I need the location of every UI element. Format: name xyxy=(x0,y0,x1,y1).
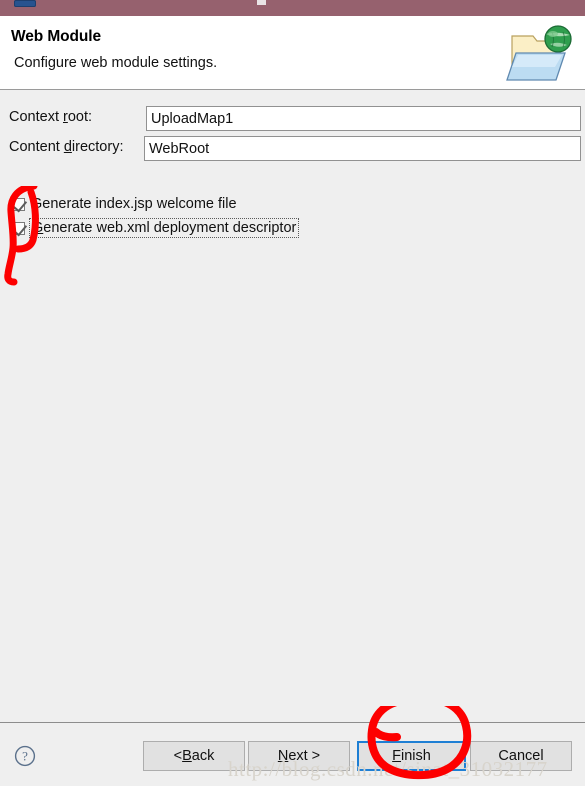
finish-button[interactable]: Finish xyxy=(357,741,466,771)
window-titlebar[interactable] xyxy=(0,0,585,16)
checkmark-icon xyxy=(11,220,28,236)
back-button[interactable]: < Back xyxy=(143,741,245,771)
cancel-button[interactable]: Cancel xyxy=(470,741,572,771)
page-subtitle: Configure web module settings. xyxy=(14,55,218,71)
generate-index-jsp-checkbox[interactable] xyxy=(11,196,28,212)
generate-web-xml-label: Generate web.xml deployment descriptor xyxy=(28,218,300,238)
window-title-glyph xyxy=(257,0,266,5)
generate-index-jsp-label: Generate index.jsp welcome file xyxy=(31,196,237,212)
generate-web-xml-row[interactable]: Generate web.xml deployment descriptor xyxy=(11,218,300,238)
content-directory-input[interactable] xyxy=(144,136,581,161)
content-directory-row: Content directory: xyxy=(0,136,585,162)
web-module-wizard-dialog: Web Module Configure web module settings… xyxy=(0,0,585,786)
generate-web-xml-checkbox[interactable] xyxy=(11,220,28,236)
svg-text:?: ? xyxy=(22,749,28,764)
generate-index-jsp-row[interactable]: Generate index.jsp welcome file xyxy=(11,194,237,214)
next-button[interactable]: Next > xyxy=(248,741,350,771)
wizard-header: Web Module Configure web module settings… xyxy=(0,16,585,90)
folder-globe-icon xyxy=(503,20,577,86)
help-question-icon[interactable]: ? xyxy=(14,745,36,767)
checkmark-icon xyxy=(11,196,28,212)
footer-separator xyxy=(0,722,585,723)
window-app-icon xyxy=(14,0,36,7)
context-root-label: Context root: xyxy=(9,109,93,125)
content-directory-label: Content directory: xyxy=(9,139,124,155)
context-root-input[interactable] xyxy=(146,106,581,131)
context-root-row: Context root: xyxy=(0,106,585,132)
page-title: Web Module xyxy=(11,28,101,45)
